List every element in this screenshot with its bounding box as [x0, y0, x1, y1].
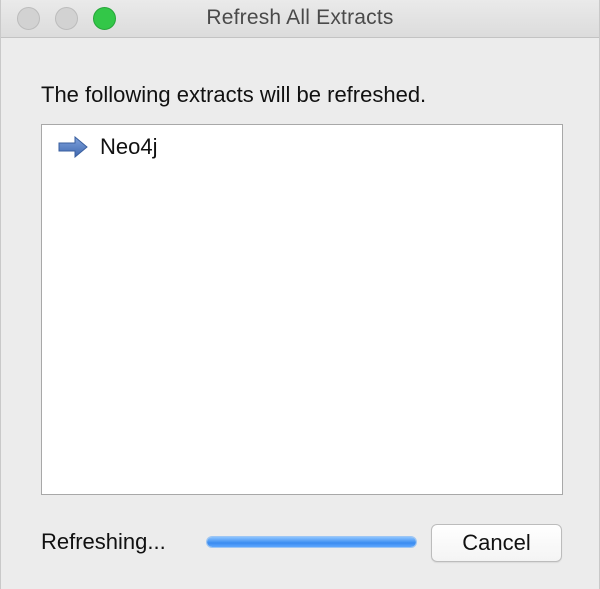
progress-bar [206, 536, 417, 548]
progress-bar-fill [207, 537, 416, 547]
extract-label: Neo4j [100, 134, 158, 159]
list-item[interactable]: Neo4j [58, 133, 157, 161]
title-bar: Refresh All Extracts [1, 0, 599, 38]
window-title: Refresh All Extracts [206, 6, 394, 29]
cancel-button[interactable]: Cancel [431, 524, 562, 562]
arrow-right-icon [58, 135, 88, 159]
extracts-list[interactable]: Neo4j [41, 124, 563, 495]
refresh-dialog-window: Refresh All Extracts The following extra… [0, 0, 600, 589]
status-text: Refreshing... [41, 529, 166, 554]
dialog-heading: The following extracts will be refreshed… [41, 82, 427, 107]
